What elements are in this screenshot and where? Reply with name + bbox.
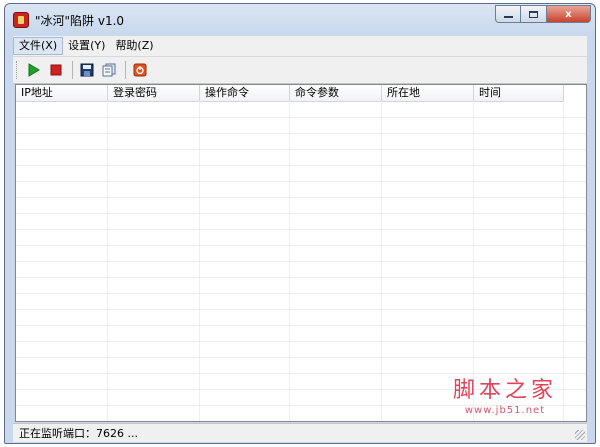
- watermark-title: 脚本之家: [452, 378, 557, 403]
- grid-row-line: [16, 293, 586, 294]
- grid-row-line: [16, 341, 586, 342]
- toolbar-grip[interactable]: [16, 61, 20, 79]
- watermark-url: www.jb51.net: [464, 405, 546, 416]
- column-location[interactable]: 所在地: [382, 85, 474, 101]
- resize-grip[interactable]: [575, 430, 585, 440]
- grid-column-line: [107, 101, 108, 421]
- menu-bar: 文件(X) 设置(Y) 帮助(Z): [13, 36, 587, 57]
- grid-row-line: [16, 133, 586, 134]
- grid-row-line: [16, 261, 586, 262]
- minimize-icon: [503, 16, 513, 18]
- menu-help[interactable]: 帮助(Z): [110, 37, 158, 55]
- close-button[interactable]: x: [547, 5, 591, 23]
- stop-icon: [50, 64, 62, 76]
- toolbar-separator: [72, 61, 73, 79]
- copy-icon: [102, 63, 116, 77]
- grid-row-line: [16, 357, 586, 358]
- menu-settings[interactable]: 设置(Y): [63, 37, 110, 55]
- toolbar-separator: [125, 61, 126, 79]
- grid-row-line: [16, 149, 586, 150]
- grid-column-line: [199, 101, 200, 421]
- stop-button[interactable]: [46, 60, 66, 80]
- play-icon: [28, 63, 40, 77]
- exit-button[interactable]: [130, 60, 150, 80]
- grid-column-line: [381, 101, 382, 421]
- maximize-button[interactable]: [521, 5, 547, 23]
- app-icon: [13, 12, 29, 28]
- grid-row-line: [16, 117, 586, 118]
- grid-row-line: [16, 181, 586, 182]
- grid-row-line: [16, 277, 586, 278]
- save-icon: [80, 63, 94, 77]
- column-params[interactable]: 命令参数: [290, 85, 382, 101]
- grid-row-line: [16, 165, 586, 166]
- grid-row-line: [16, 325, 586, 326]
- maximize-icon: [529, 10, 538, 18]
- column-password[interactable]: 登录密码: [108, 85, 200, 101]
- grid-row-line: [16, 197, 586, 198]
- close-icon: x: [565, 8, 572, 20]
- grid-row-line: [16, 309, 586, 310]
- list-header: IP地址 登录密码 操作命令 命令参数 所在地 时间: [16, 85, 564, 102]
- window-controls: x: [495, 5, 591, 23]
- grid-row-line: [16, 245, 586, 246]
- status-bar: 正在监听端口：7626 ...: [13, 423, 587, 442]
- watermark: 脚本之家 www.jb51.net: [440, 372, 570, 416]
- grid-row-line: [16, 213, 586, 214]
- menu-file[interactable]: 文件(X): [13, 37, 64, 55]
- minimize-button[interactable]: [495, 5, 521, 23]
- copy-button[interactable]: [99, 60, 119, 80]
- column-ip[interactable]: IP地址: [16, 85, 108, 101]
- title-bar[interactable]: "冰河"陷阱 v1.0 x: [5, 4, 595, 36]
- column-time[interactable]: 时间: [474, 85, 564, 101]
- window-title: "冰河"陷阱 v1.0: [35, 14, 125, 28]
- exit-icon: [133, 63, 147, 77]
- toolbar: [13, 57, 587, 84]
- start-button[interactable]: [24, 60, 44, 80]
- status-text: 正在监听端口：7626 ...: [19, 427, 138, 440]
- grid-column-line: [289, 101, 290, 421]
- column-command[interactable]: 操作命令: [200, 85, 290, 101]
- grid-row-line: [16, 229, 586, 230]
- save-button[interactable]: [77, 60, 97, 80]
